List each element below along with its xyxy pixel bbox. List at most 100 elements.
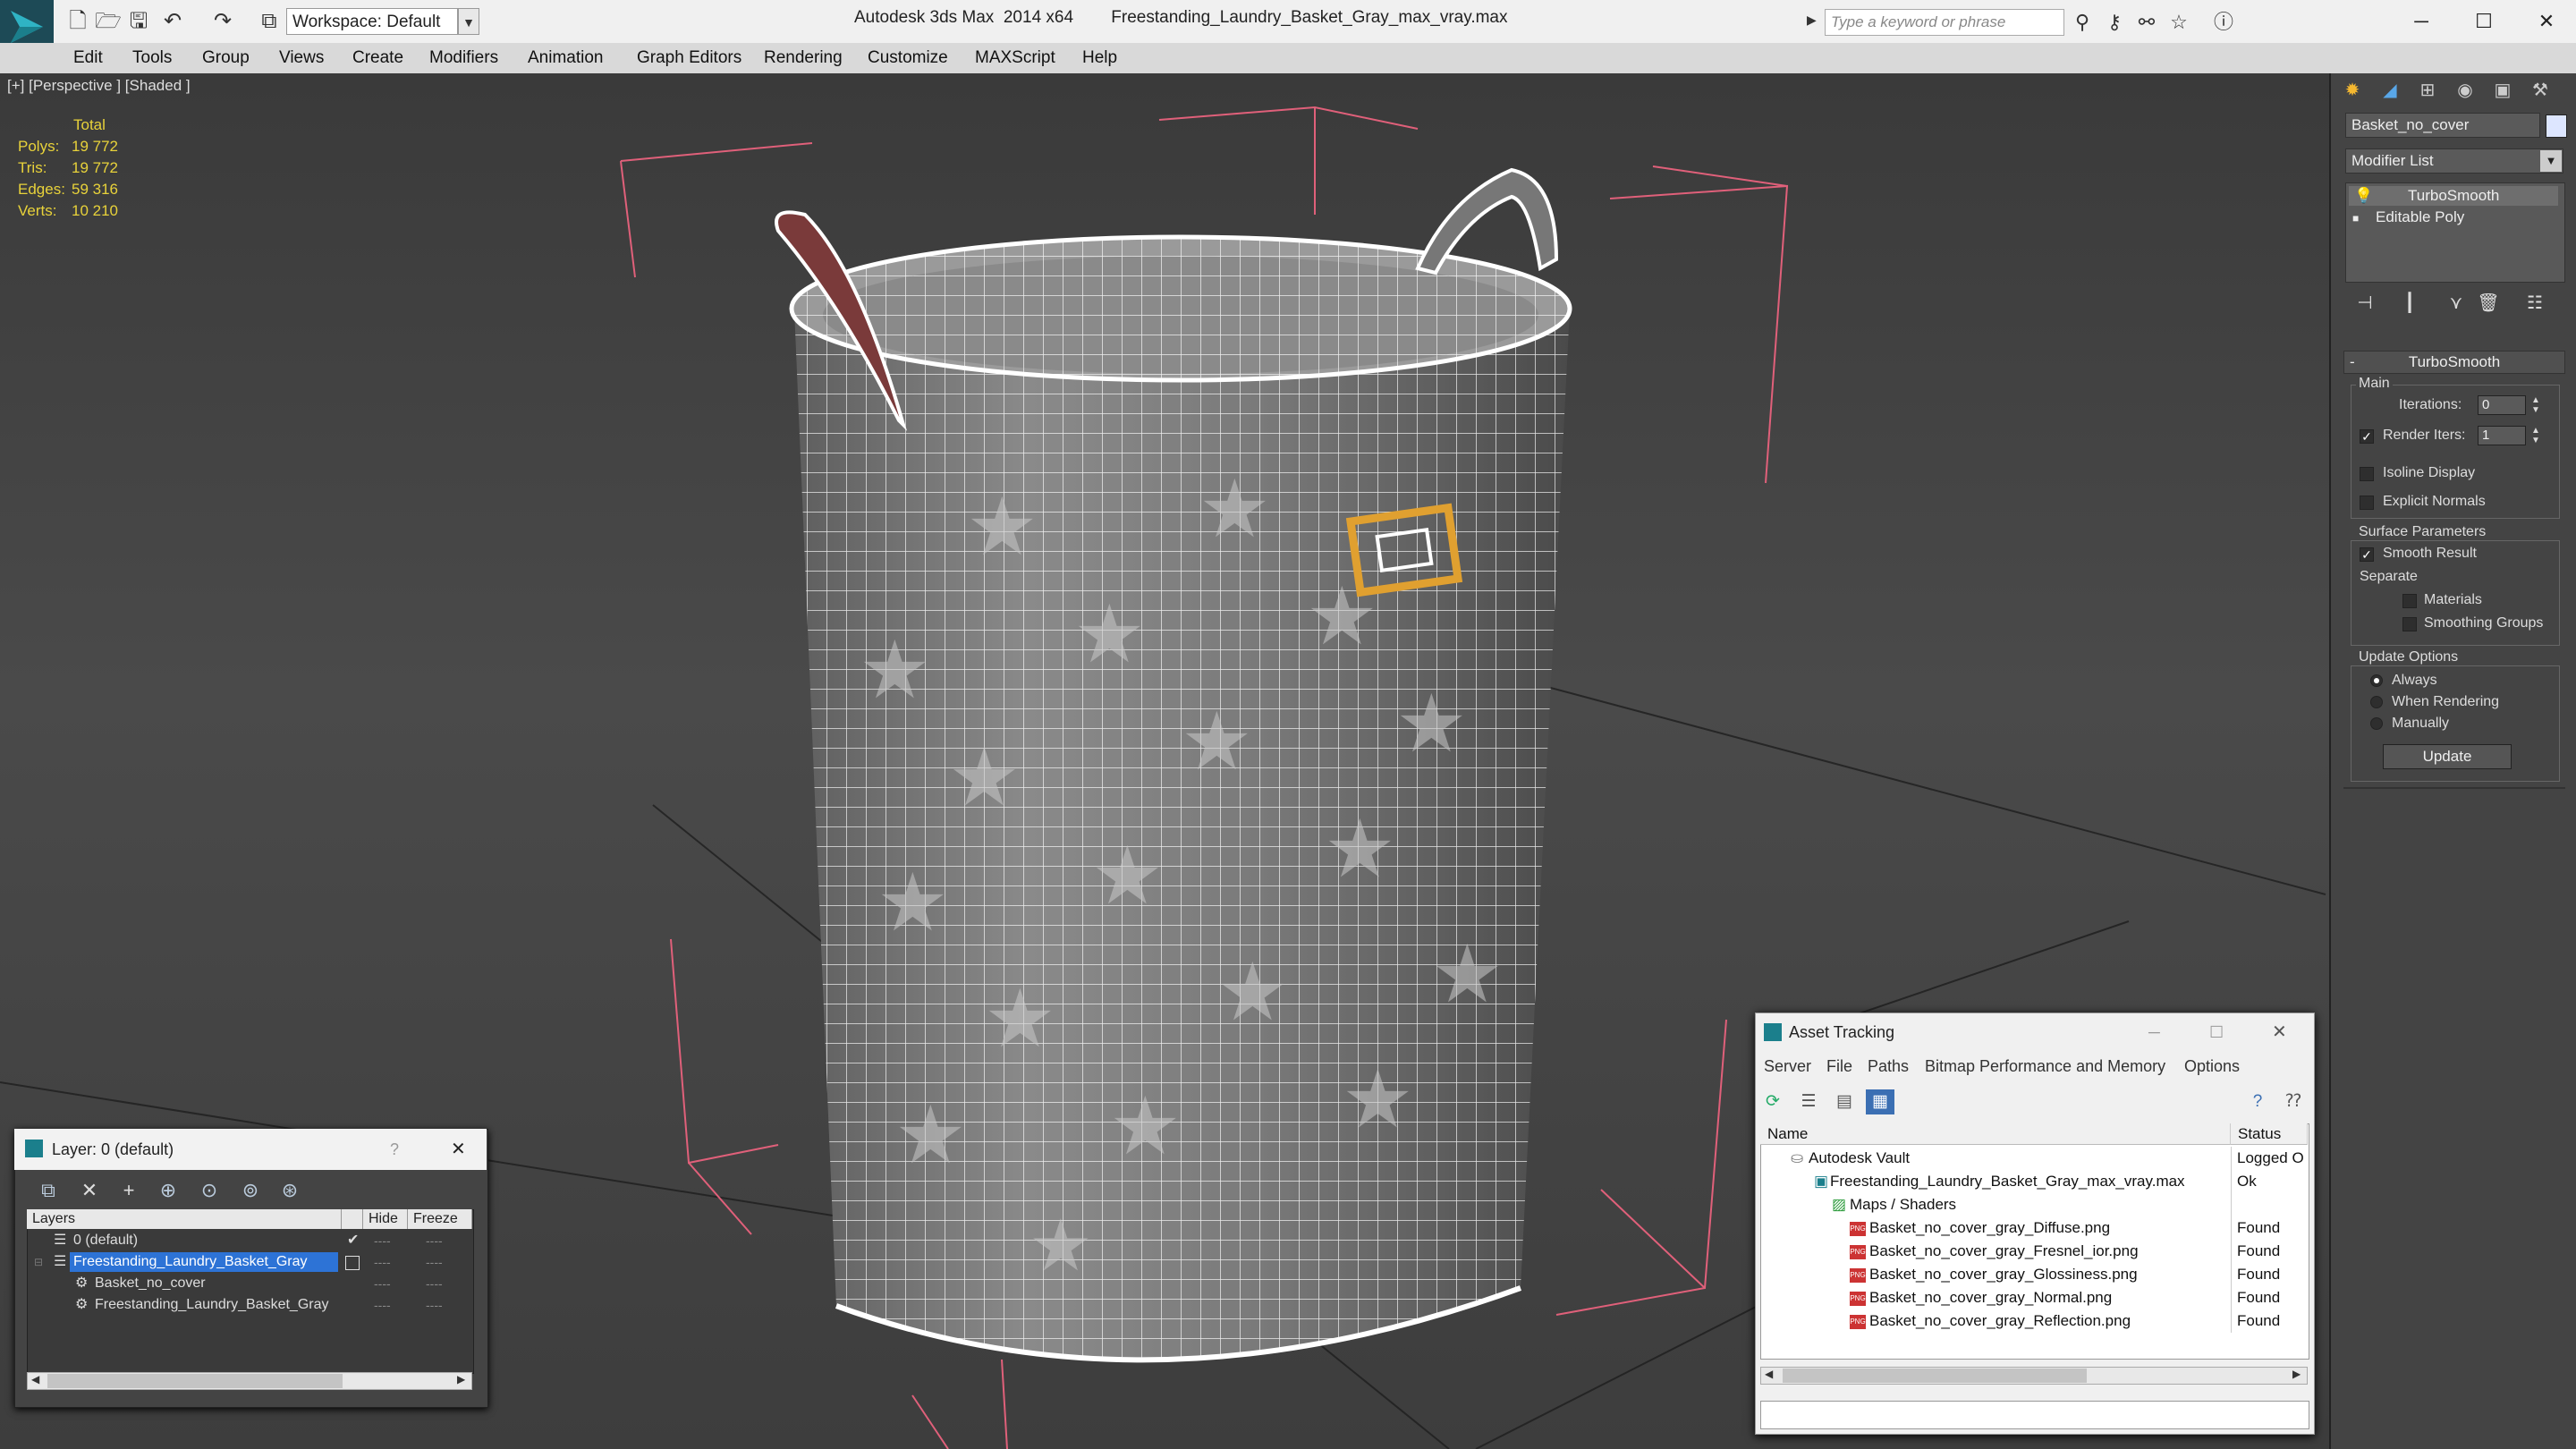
search-arrow-icon[interactable]: ▶ (1807, 13, 1817, 28)
chevron-down-icon[interactable]: ▼ (458, 8, 479, 35)
asset-row[interactable]: PNG Basket_no_cover_gray_Diffuse.png (1762, 1216, 2306, 1240)
asset-hscrollbar[interactable]: ◀ ▶ (1760, 1367, 2308, 1385)
modify-tab-icon[interactable]: ◢ (2374, 77, 2406, 104)
when-rendering-radio[interactable] (2370, 696, 2383, 708)
stack-item-editable-poly[interactable]: ■ Editable Poly (2349, 208, 2558, 227)
column-header-layers[interactable]: Layers (27, 1209, 342, 1229)
object-color-swatch[interactable] (2546, 114, 2567, 138)
smoothing-groups-checkbox[interactable] (2402, 617, 2417, 631)
set-current-box[interactable] (345, 1256, 360, 1270)
column-header-current[interactable] (342, 1209, 363, 1229)
remove-modifier-icon[interactable]: 🗑 (2472, 290, 2504, 317)
lightbulb-icon[interactable]: 💡 (2349, 186, 2373, 206)
column-header-freeze[interactable]: Freeze (408, 1209, 472, 1229)
layer-row[interactable]: ⚙ Freestanding_Laundry_Basket_Gray ---- … (29, 1295, 470, 1315)
redo-icon[interactable]: ↷ (208, 7, 238, 36)
manually-radio[interactable] (2370, 717, 2383, 730)
scrollbar-thumb[interactable] (47, 1374, 343, 1388)
close-icon[interactable]: ✕ (2515, 4, 2576, 39)
minimize-icon[interactable]: ─ (2148, 1013, 2160, 1052)
menu-views[interactable]: Views (279, 43, 324, 73)
asset-menu-file[interactable]: File (1826, 1055, 1852, 1077)
layer-hscrollbar[interactable]: ◀ ▶ (27, 1372, 472, 1390)
hierarchy-tab-icon[interactable]: ⊞ (2411, 77, 2444, 104)
asset-menu-options[interactable]: Options (2184, 1055, 2240, 1077)
display-tab-icon[interactable]: ▣ (2487, 77, 2519, 104)
object-name-field[interactable]: Basket_no_cover (2345, 113, 2540, 138)
column-header-name[interactable]: Name (1760, 1123, 2231, 1145)
scrollbar-thumb[interactable] (1783, 1368, 2087, 1383)
stack-item-turbosmooth[interactable]: 💡 TurboSmooth (2349, 186, 2558, 206)
table-view-icon[interactable]: ▦ (1866, 1089, 1894, 1114)
asset-row[interactable]: ▨ Maps / Shaders (1762, 1193, 2306, 1216)
create-layer-icon[interactable]: + (113, 1177, 145, 1204)
utilities-tab-icon[interactable]: ⚒ (2524, 77, 2556, 104)
asset-row[interactable]: ▣ Freestanding_Laundry_Basket_Gray_max_v… (1762, 1170, 2306, 1193)
current-layer-check-icon[interactable]: ✔ (347, 1231, 359, 1250)
close-icon[interactable]: ✕ (2272, 1013, 2287, 1052)
column-header-hide[interactable]: Hide (363, 1209, 408, 1229)
render-iters-checkbox[interactable]: ✓ (2360, 429, 2374, 444)
delete-layer-icon[interactable]: ✕ (73, 1177, 106, 1204)
select-layer-objects-icon[interactable]: ⧉ (32, 1177, 64, 1204)
create-tab-icon[interactable]: ✹ (2336, 77, 2368, 104)
menu-edit[interactable]: Edit (73, 43, 103, 73)
context-help-icon[interactable]: ⁇ (2279, 1089, 2308, 1114)
hide-toggle[interactable]: ---- (374, 1295, 391, 1315)
collapse-icon[interactable]: - (2350, 352, 2355, 373)
make-unique-icon[interactable]: ⋎ (2440, 290, 2472, 317)
list-view-icon[interactable]: ☰ (1794, 1089, 1823, 1114)
freeze-toggle[interactable]: ---- (426, 1274, 443, 1293)
save-icon[interactable]: 🖫 (123, 7, 154, 36)
modifier-list-dropdown[interactable]: Modifier List (2345, 148, 2563, 174)
freeze-toggle[interactable]: ---- (426, 1231, 443, 1250)
menu-rendering[interactable]: Rendering (764, 43, 843, 73)
layer-row[interactable]: ⊟ ☰ Freestanding_Laundry_Basket_Gray ---… (29, 1252, 470, 1272)
menu-group[interactable]: Group (202, 43, 250, 73)
project-folder-icon[interactable]: ⧉ (254, 7, 284, 36)
render-iters-spinner[interactable]: 1 (2478, 426, 2526, 445)
chevron-down-icon[interactable]: ▼ (2540, 150, 2562, 172)
asset-row[interactable]: PNG Basket_no_cover_gray_Fresnel_ior.png (1762, 1240, 2306, 1263)
minimize-icon[interactable]: ─ (2390, 4, 2453, 39)
hide-toggle[interactable]: ---- (374, 1274, 391, 1293)
viewport-label[interactable]: [+] [Perspective ] [Shaded ] (7, 77, 191, 95)
scroll-right-icon[interactable]: ▶ (2292, 1368, 2301, 1380)
highlight-layer-icon[interactable]: ⊚ (234, 1177, 267, 1204)
scroll-left-icon[interactable]: ◀ (31, 1373, 39, 1385)
isoline-display-checkbox[interactable] (2360, 467, 2374, 481)
scroll-left-icon[interactable]: ◀ (1765, 1368, 1773, 1380)
freeze-toggle[interactable]: ---- (426, 1295, 443, 1315)
undo-icon[interactable]: ↶ (157, 7, 188, 36)
show-end-result-icon[interactable]: ┃ (2394, 290, 2426, 317)
asset-tracking-titlebar[interactable]: Asset Tracking ─ ☐ ✕ (1755, 1013, 2313, 1052)
asset-row[interactable]: PNG Basket_no_cover_gray_Normal.png (1762, 1286, 2306, 1309)
asset-row[interactable]: ⛀ Autodesk Vault (1762, 1147, 2306, 1170)
turbosmooth-rollout-header[interactable]: - TurboSmooth (2343, 351, 2565, 374)
menu-create[interactable]: Create (352, 43, 403, 73)
menu-tools[interactable]: Tools (132, 43, 172, 73)
hide-all-layers-icon[interactable]: ⊛ (274, 1177, 306, 1204)
help-icon[interactable]: ⓘ (2209, 9, 2238, 36)
materials-checkbox[interactable] (2402, 594, 2417, 608)
maximize-icon[interactable]: ☐ (2453, 4, 2515, 39)
layer-row[interactable]: ☰ 0 (default) ✔ ---- ---- (29, 1231, 470, 1250)
smooth-result-checkbox[interactable]: ✓ (2360, 547, 2374, 562)
expand-icon[interactable]: ■ (2349, 208, 2365, 228)
update-button[interactable]: Update (2383, 744, 2512, 769)
select-objects-icon[interactable]: ⊙ (193, 1177, 225, 1204)
help-icon[interactable]: ? (390, 1129, 399, 1170)
asset-menu-bitmap-performance[interactable]: Bitmap Performance and Memory (1925, 1055, 2165, 1077)
asset-row[interactable]: PNG Basket_no_cover_gray_Glossiness.png (1762, 1263, 2306, 1286)
menu-graph-editors[interactable]: Graph Editors (637, 43, 741, 73)
pin-stack-icon[interactable]: ⊣ (2349, 290, 2381, 317)
layer-row[interactable]: ⚙ Basket_no_cover ---- ---- (29, 1274, 470, 1293)
collapse-icon[interactable]: ⊟ (34, 1252, 43, 1272)
column-header-status[interactable]: Status (2231, 1123, 2308, 1145)
asset-menu-server[interactable]: Server (1764, 1055, 1811, 1077)
menu-help[interactable]: Help (1082, 43, 1117, 73)
binoculars-icon[interactable]: ⚲ (2068, 9, 2097, 36)
menu-modifiers[interactable]: Modifiers (429, 43, 498, 73)
communication-center-icon[interactable]: ⚯ (2132, 9, 2161, 36)
explicit-normals-checkbox[interactable] (2360, 496, 2374, 510)
